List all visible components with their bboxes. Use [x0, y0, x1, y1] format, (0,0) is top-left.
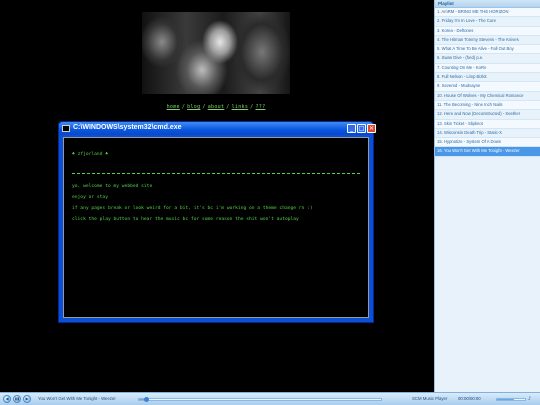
cmd-icon	[62, 125, 70, 132]
nav-link-blog[interactable]: blog	[187, 104, 200, 110]
playlist-panel: Playlist 1. AmRM - BRING ME THE HORIZON 2…	[434, 0, 540, 392]
now-playing: You Won't Get With Me Tonight - Weezer	[38, 396, 116, 401]
player-time: 00:00/00:00	[458, 396, 481, 401]
header-image	[142, 12, 290, 94]
clover-icon: ♣	[105, 152, 109, 157]
volume-icon[interactable]: ♪	[528, 396, 531, 402]
playlist-item[interactable]: 4. The Hitman Tommy Stevens - The Knives	[435, 36, 540, 46]
cmd-window: C:\WINDOWS\system32\cmd.exe _ □ ✕ ♣ zfjo…	[58, 121, 376, 323]
nav-link-about[interactable]: about	[208, 104, 225, 110]
volume-fill	[497, 399, 514, 400]
volume-slider[interactable]	[496, 398, 526, 401]
playlist-item[interactable]: 13. Skin Ticket - Slipknot	[435, 119, 540, 129]
playlist-item[interactable]: 15. Hypnotize - System Of A Down	[435, 138, 540, 148]
minimize-button[interactable]: _	[347, 124, 356, 133]
playlist-item[interactable]: 2. Friday I'm In Love - The Cure	[435, 17, 540, 27]
clover-icon: ♣	[72, 152, 75, 157]
playlist-item[interactable]: 9. Severed - Mudvayne	[435, 82, 540, 92]
window-title: C:\WINDOWS\system32\cmd.exe	[73, 124, 182, 131]
console-heading-text: zfjorland	[77, 152, 103, 157]
window-titlebar[interactable]: C:\WINDOWS\system32\cmd.exe _ □ ✕	[59, 122, 376, 135]
console-heading: ♣ zfjorland ♣	[72, 152, 108, 158]
playlist-item[interactable]: 12. Here and Now (Deconstructed) - Seeth…	[435, 110, 540, 120]
close-button[interactable]: ✕	[367, 124, 376, 133]
playlist-item[interactable]: 10. House Of Wolves - My Chemical Romanc…	[435, 92, 540, 101]
console-line: yo, welcome to my webbed site	[72, 184, 153, 189]
dashed-divider	[72, 173, 360, 174]
console-line: if any pages break or look weird for a b…	[72, 206, 313, 211]
music-player-bar: ◀ ▮▮ ▶ You Won't Get With Me Tonight - W…	[0, 392, 540, 405]
playlist-item[interactable]: 8. Full Nelson - Limp Bizkit	[435, 73, 540, 83]
playlist-item[interactable]: 5. What A Time To Be Alive - Fall Out Bo…	[435, 45, 540, 55]
nav-separator: /	[181, 104, 186, 110]
nav-separator: /	[250, 104, 254, 110]
maximize-button[interactable]: □	[357, 124, 366, 133]
nav-link-links[interactable]: links	[232, 104, 249, 110]
playlist-item[interactable]: 11. The Becoming - Nine Inch Nails	[435, 100, 540, 111]
console-line: click the play button to hear the music …	[72, 217, 299, 222]
nav-separator: /	[226, 104, 230, 110]
playlist-item[interactable]: 6. Swan Dive - (hed) p.e.	[435, 54, 540, 64]
console-output: ♣ zfjorland ♣ yo, welcome to my webbed s…	[63, 137, 369, 318]
play-button[interactable]: ▶	[23, 395, 31, 403]
playlist-title: Playlist	[435, 0, 540, 8]
previous-button[interactable]: ◀	[3, 395, 11, 403]
nav-link-home[interactable]: home	[167, 104, 180, 110]
playlist-item[interactable]: 14. Wisconsin Death Trip - Static-X	[435, 129, 540, 139]
playlist-item[interactable]: 3. Korea - Deftones	[435, 26, 540, 36]
pause-button[interactable]: ▮▮	[13, 395, 21, 403]
playlist-item[interactable]: 16. You Won't Get With Me Tonight - Weez…	[435, 147, 540, 157]
progress-bar[interactable]	[138, 397, 382, 402]
nav-link-mystery[interactable]: ???	[255, 104, 265, 110]
playlist-list: 1. AmRM - BRING ME THE HORIZON 2. Friday …	[435, 8, 540, 157]
nav-separator: /	[202, 104, 206, 110]
playlist-item[interactable]: 1. AmRM - BRING ME THE HORIZON	[435, 8, 540, 18]
progress-handle[interactable]	[144, 397, 150, 402]
site-nav: home / blog / about / links /???	[0, 104, 432, 110]
playlist-item[interactable]: 7. Counting On Me - KoRn	[435, 63, 540, 74]
console-line: enjoy or stay	[72, 195, 108, 200]
player-name: SCM Music Player	[412, 396, 448, 401]
